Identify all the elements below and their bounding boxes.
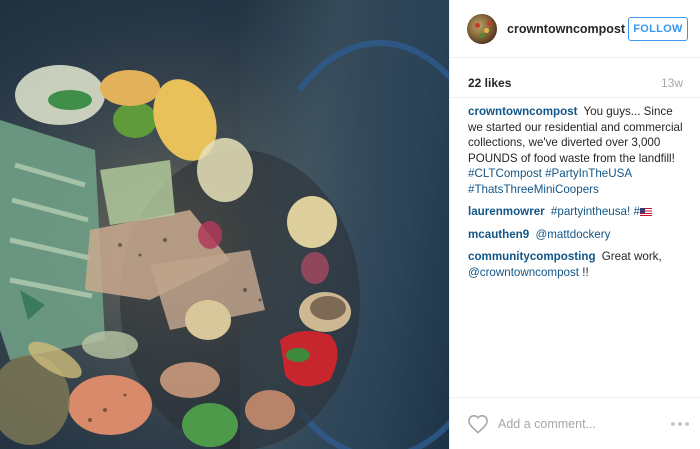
us-flag-icon (639, 208, 652, 216)
comment-hashtag[interactable]: #partyintheusa! (551, 205, 630, 218)
comment-item: laurenmowrer #partyintheusa! # (468, 204, 688, 220)
heart-icon[interactable] (467, 414, 489, 434)
avatar[interactable] (467, 13, 497, 44)
comment-input[interactable] (498, 411, 671, 436)
header-username[interactable]: crowntowncompost (507, 22, 628, 36)
post-stats: 22 likes 13w (450, 58, 700, 98)
comment-suffix: !! (582, 265, 589, 279)
comment-username[interactable]: communitycomposting (468, 250, 596, 263)
compost-scraps (0, 65, 360, 449)
comment-text: Great work, (601, 250, 662, 263)
comment-bar (450, 397, 700, 449)
comment-item: communitycomposting Great work, @crownto… (468, 249, 688, 280)
comment-mention[interactable]: @mattdockery (535, 228, 610, 241)
comment-hashtags[interactable]: #CLTCompost #PartyInTheUSA #ThatsThreeMi… (468, 167, 631, 196)
follow-button[interactable]: FOLLOW (628, 16, 688, 41)
comment-username[interactable]: crowntowncompost (468, 105, 578, 118)
post-details-panel: crowntowncompost FOLLOW 22 likes 13w cro… (449, 0, 700, 449)
post-age[interactable]: 13w (661, 76, 683, 90)
comment-item: mcauthen9 @mattdockery (468, 227, 688, 243)
comment-mention[interactable]: @crowntowncompost (468, 266, 579, 279)
comment-list: crowntowncompost You guys... Since we st… (450, 98, 700, 280)
comment-item: crowntowncompost You guys... Since we st… (468, 104, 688, 197)
more-icon[interactable] (671, 420, 689, 428)
comment-hashtag-flag[interactable]: # (633, 205, 652, 218)
post-photo[interactable] (0, 0, 449, 449)
comment-username[interactable]: mcauthen9 (468, 228, 529, 241)
comment-username[interactable]: laurenmowrer (468, 205, 545, 218)
likes-count[interactable]: 22 likes (468, 76, 511, 90)
post-header: crowntowncompost FOLLOW (450, 0, 700, 58)
